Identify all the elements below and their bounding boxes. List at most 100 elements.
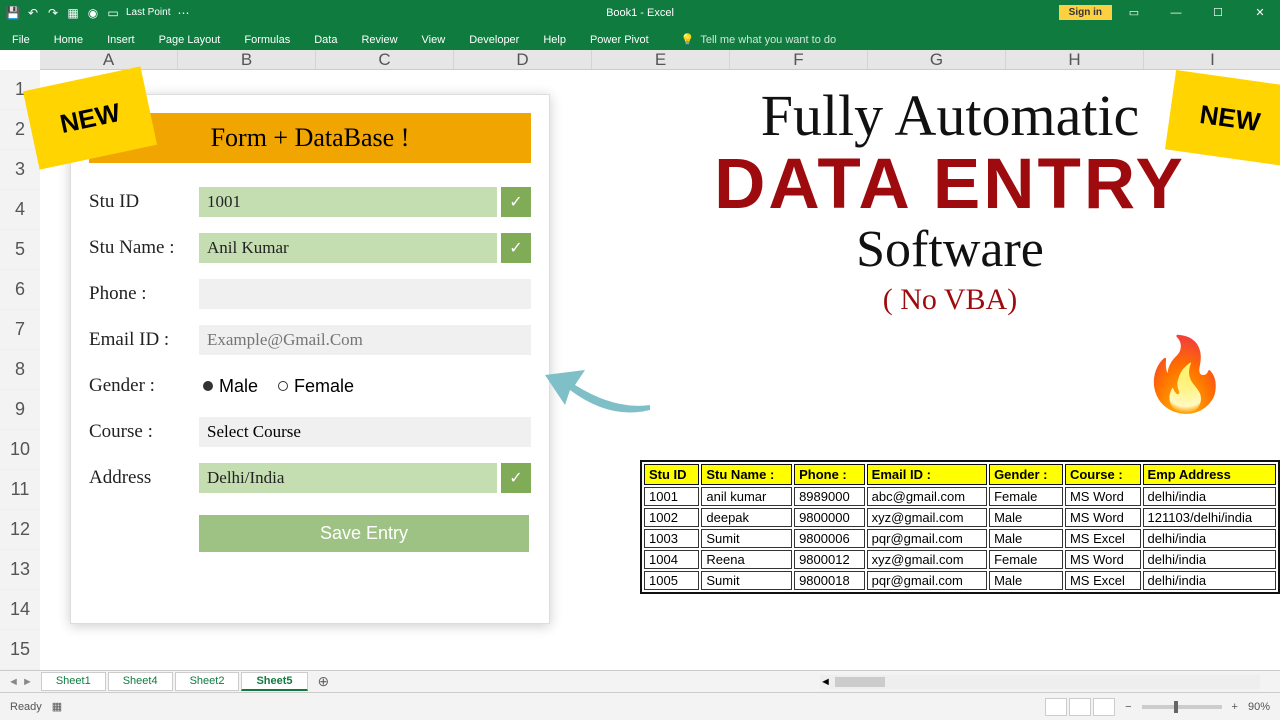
table-cell: Sumit (701, 529, 792, 548)
table-row: 1005Sumit9800018pqr@gmail.comMaleMS Exce… (644, 571, 1276, 590)
table-cell: MS Excel (1065, 571, 1141, 590)
title-bar: 💾 ↶ ↷ ▦ ◉ ▭ Last Point ⋯ Book1 - Excel S… (0, 0, 1280, 25)
stuid-label: Stu ID (89, 191, 199, 213)
normal-view-button[interactable] (1045, 698, 1067, 716)
sheet-tab[interactable]: Sheet5 (241, 672, 307, 691)
course-select[interactable] (199, 417, 531, 447)
macro-icon[interactable]: ▦ (52, 700, 62, 713)
table-cell: delhi/india (1143, 550, 1276, 569)
ribbon-options-icon[interactable]: ▭ (1114, 0, 1154, 25)
table-cell: 9800012 (794, 550, 865, 569)
stuid-input[interactable] (199, 187, 497, 217)
col-hdr[interactable]: D (454, 50, 592, 69)
col-hdr[interactable]: E (592, 50, 730, 69)
status-text: Ready (10, 701, 42, 713)
row-hdr[interactable]: 11 (0, 470, 40, 510)
row-hdr[interactable]: 9 (0, 390, 40, 430)
camera-icon[interactable]: ◉ (86, 6, 100, 20)
close-icon[interactable]: ✕ (1240, 0, 1280, 25)
col-hdr[interactable]: C (316, 50, 454, 69)
qat-label: Last Point (126, 7, 170, 18)
table-header: Emp Address (1143, 464, 1276, 485)
add-sheet-button[interactable]: ⊕ (308, 673, 340, 690)
page-break-view-button[interactable] (1093, 698, 1115, 716)
minimize-icon[interactable]: — (1156, 0, 1196, 25)
email-input[interactable] (199, 325, 531, 355)
tab-powerpivot[interactable]: Power Pivot (578, 30, 661, 50)
table-cell: 1005 (644, 571, 699, 590)
scroll-thumb[interactable] (835, 677, 885, 687)
tab-file[interactable]: File (0, 30, 42, 50)
sheet-tab-bar: ◄ ► Sheet1Sheet4Sheet2Sheet5 ⊕ ◄ (0, 670, 1280, 692)
phone-input[interactable] (199, 279, 531, 309)
row-hdr[interactable]: 5 (0, 230, 40, 270)
col-hdr[interactable]: G (868, 50, 1006, 69)
table-cell: 1002 (644, 508, 699, 527)
fire-icon: 🔥 (1140, 332, 1230, 417)
row-hdr[interactable]: 3 (0, 150, 40, 190)
table-cell: Sumit (701, 571, 792, 590)
save-icon[interactable]: 💾 (6, 6, 20, 20)
worksheet: A B C D E F G H I 1 2 3 4 5 6 7 8 9 10 1… (0, 50, 1280, 692)
maximize-icon[interactable]: ☐ (1198, 0, 1238, 25)
tab-view[interactable]: View (410, 30, 458, 50)
zoom-out-button[interactable]: − (1125, 701, 1131, 713)
scroll-left-icon[interactable]: ◄ (820, 676, 831, 688)
col-hdr[interactable]: F (730, 50, 868, 69)
table-cell: anil kumar (701, 487, 792, 506)
table-cell: delhi/india (1143, 487, 1276, 506)
undo-icon[interactable]: ↶ (26, 6, 40, 20)
tab-insert[interactable]: Insert (95, 30, 147, 50)
col-hdr[interactable]: I (1144, 50, 1280, 69)
tab-nav[interactable]: ◄ ► (0, 676, 41, 688)
row-hdr[interactable]: 12 (0, 510, 40, 550)
tab-data[interactable]: Data (302, 30, 349, 50)
tab-pagelayout[interactable]: Page Layout (147, 30, 233, 50)
stuname-input[interactable] (199, 233, 497, 263)
row-hdr[interactable]: 8 (0, 350, 40, 390)
save-entry-button[interactable]: Save Entry (199, 515, 529, 552)
col-hdr[interactable]: A (40, 50, 178, 69)
quick-access-toolbar: 💾 ↶ ↷ ▦ ◉ ▭ Last Point ⋯ (0, 6, 196, 20)
zoom-level[interactable]: 90% (1248, 701, 1270, 713)
more-icon[interactable]: ⋯ (176, 6, 190, 20)
tab-developer[interactable]: Developer (457, 30, 531, 50)
database-table: Stu IDStu Name :Phone :Email ID :Gender … (640, 460, 1280, 594)
row-hdr[interactable]: 10 (0, 430, 40, 470)
row-hdr[interactable]: 13 (0, 550, 40, 590)
col-hdr[interactable]: B (178, 50, 316, 69)
sheet-tab[interactable]: Sheet1 (41, 672, 106, 691)
table-cell: Male (989, 508, 1063, 527)
row-hdr[interactable]: 6 (0, 270, 40, 310)
tab-formulas[interactable]: Formulas (232, 30, 302, 50)
radio-icon (203, 381, 213, 391)
shape-icon[interactable]: ▭ (106, 6, 120, 20)
tab-review[interactable]: Review (349, 30, 409, 50)
zoom-in-button[interactable]: + (1232, 701, 1238, 713)
gender-male-radio[interactable]: Male (203, 376, 258, 397)
row-hdr[interactable]: 4 (0, 190, 40, 230)
row-hdr[interactable]: 14 (0, 590, 40, 630)
grid-content[interactable]: Form + DataBase ! Stu ID ✓ Stu Name : ✓ … (40, 70, 1280, 692)
tab-home[interactable]: Home (42, 30, 95, 50)
tell-me-search[interactable]: 💡 Tell me what you want to do (681, 33, 836, 50)
page-layout-view-button[interactable] (1069, 698, 1091, 716)
row-hdr[interactable]: 7 (0, 310, 40, 350)
table-cell: abc@gmail.com (867, 487, 987, 506)
horizontal-scrollbar[interactable]: ◄ (820, 675, 1260, 689)
signin-button[interactable]: Sign in (1059, 5, 1112, 20)
zoom-slider[interactable] (1142, 705, 1222, 709)
gender-female-radio[interactable]: Female (278, 376, 354, 397)
col-hdr[interactable]: H (1006, 50, 1144, 69)
sort-icon[interactable]: ▦ (66, 6, 80, 20)
sheet-tab[interactable]: Sheet2 (175, 672, 240, 691)
table-row: 1002deepak9800000xyz@gmail.comMaleMS Wor… (644, 508, 1276, 527)
tab-help[interactable]: Help (531, 30, 578, 50)
sheet-tab[interactable]: Sheet4 (108, 672, 173, 691)
redo-icon[interactable]: ↷ (46, 6, 60, 20)
address-input[interactable] (199, 463, 497, 493)
table-cell: xyz@gmail.com (867, 550, 987, 569)
gender-label: Gender : (89, 375, 199, 397)
row-hdr[interactable]: 15 (0, 630, 40, 670)
check-icon: ✓ (501, 187, 531, 217)
